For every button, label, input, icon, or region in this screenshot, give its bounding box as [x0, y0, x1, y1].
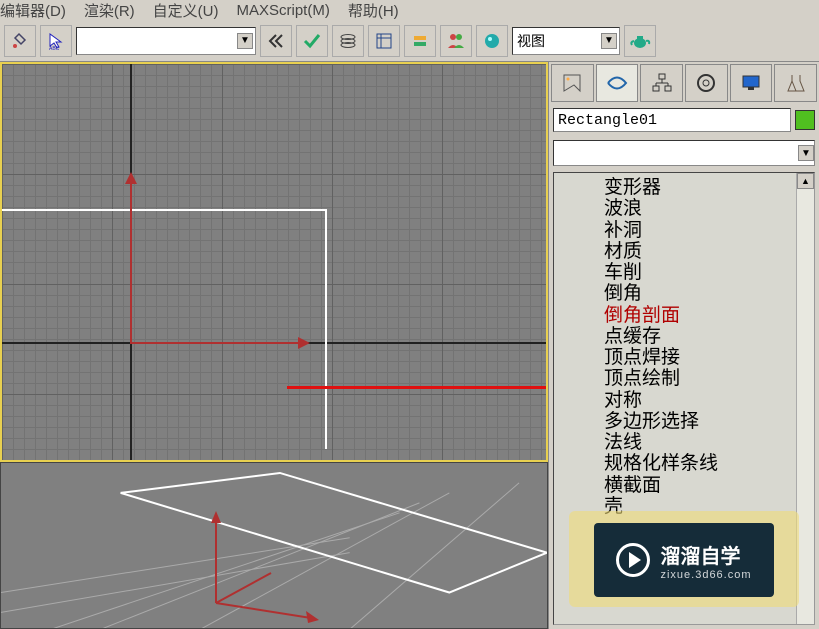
- modifier-item[interactable]: 补洞: [604, 220, 796, 241]
- scroll-up-icon[interactable]: ▲: [797, 173, 814, 189]
- create-tab[interactable]: [551, 64, 594, 102]
- menu-help[interactable]: 帮助(H): [348, 0, 399, 21]
- display-tab[interactable]: [730, 64, 773, 102]
- teapot-icon[interactable]: [624, 25, 656, 57]
- annotation-arrow: [287, 386, 548, 389]
- watermark: 溜溜自学 zixue.3d66.com: [594, 523, 774, 597]
- modifier-item[interactable]: 对称: [604, 390, 796, 411]
- modifier-item[interactable]: 倒角剖面: [604, 305, 796, 326]
- menu-render[interactable]: 渲染(R): [84, 0, 135, 21]
- menu-maxscript[interactable]: MAXScript(M): [236, 2, 329, 19]
- modifier-dropdown[interactable]: ▼: [553, 140, 815, 166]
- modifier-item[interactable]: 车削: [604, 262, 796, 283]
- move-gizmo-persp[interactable]: [201, 503, 321, 626]
- main-toolbar: ABC ▼ 视图 ▼: [0, 20, 819, 62]
- rectangle-shape[interactable]: [2, 209, 327, 449]
- viewport-area: [0, 62, 548, 629]
- modifier-item[interactable]: 顶点绘制: [604, 368, 796, 389]
- chevron-down-icon: ▼: [601, 33, 617, 49]
- keyframe-back-icon[interactable]: [260, 25, 292, 57]
- modifier-item[interactable]: 规格化样条线: [604, 453, 796, 474]
- modifier-item[interactable]: 横截面: [604, 475, 796, 496]
- menu-editors[interactable]: 编辑器(D): [0, 0, 66, 21]
- command-tabs: [549, 62, 819, 104]
- chevron-down-icon: ▼: [237, 33, 253, 49]
- svg-text:ABC: ABC: [49, 46, 60, 50]
- utilities-tab[interactable]: [774, 64, 817, 102]
- menu-bar: 编辑器(D) 渲染(R) 自定义(U) MAXScript(M) 帮助(H): [0, 0, 819, 20]
- hierarchy-tab[interactable]: [640, 64, 683, 102]
- modifier-item[interactable]: 点缓存: [604, 326, 796, 347]
- modify-tab[interactable]: [596, 64, 639, 102]
- attach-icon[interactable]: [4, 25, 36, 57]
- material-icon[interactable]: [476, 25, 508, 57]
- menu-customize[interactable]: 自定义(U): [153, 0, 219, 21]
- object-name-input[interactable]: [553, 108, 791, 132]
- modifier-item[interactable]: 倒角: [604, 283, 796, 304]
- modifier-item[interactable]: 多边形选择: [604, 411, 796, 432]
- align-icon[interactable]: [404, 25, 436, 57]
- chevron-down-icon: ▼: [798, 145, 814, 161]
- watermark-sub: zixue.3d66.com: [660, 569, 751, 581]
- object-color-swatch[interactable]: [795, 110, 815, 130]
- schematic-icon[interactable]: [368, 25, 400, 57]
- viewport-top[interactable]: [0, 62, 548, 462]
- play-icon: [616, 543, 650, 577]
- pointer-icon[interactable]: ABC: [40, 25, 72, 57]
- view-dropdown[interactable]: 视图 ▼: [512, 27, 620, 55]
- modifier-item[interactable]: 波浪: [604, 198, 796, 219]
- modifier-item[interactable]: 顶点焊接: [604, 347, 796, 368]
- modifier-item[interactable]: 法线: [604, 432, 796, 453]
- viewport-perspective[interactable]: [0, 462, 548, 629]
- watermark-title: 溜溜自学: [660, 540, 751, 569]
- checkmark-icon[interactable]: [296, 25, 328, 57]
- modifier-item[interactable]: 材质: [604, 241, 796, 262]
- modifier-item[interactable]: 变形器: [604, 177, 796, 198]
- motion-tab[interactable]: [685, 64, 728, 102]
- layer-dropdown[interactable]: ▼: [76, 27, 256, 55]
- people-icon[interactable]: [440, 25, 472, 57]
- layers-icon[interactable]: [332, 25, 364, 57]
